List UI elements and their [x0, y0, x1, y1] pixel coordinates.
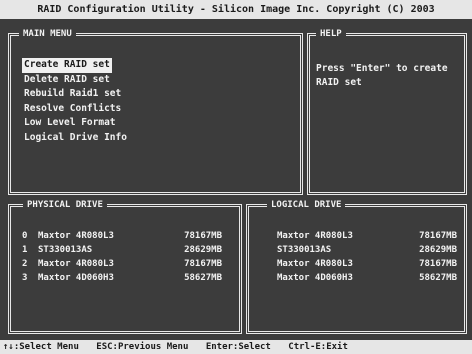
- drive-model: Maxtor 4R080L3: [277, 231, 353, 241]
- drive-size: 78167MB: [419, 259, 457, 269]
- physical-drive-row[interactable]: 1 ST330013AS 28629MB: [22, 243, 222, 257]
- physical-drive-list: 0 Maxtor 4R080L3 78167MB 1 ST330013AS 28…: [22, 229, 222, 285]
- title-bar: RAID Configuration Utility - Silicon Ima…: [0, 0, 472, 19]
- menu-item-create-raid-set[interactable]: Create RAID set: [22, 58, 112, 73]
- physical-drive-row[interactable]: 2 Maxtor 4R080L3 78167MB: [22, 257, 222, 271]
- drive-index: 0: [22, 231, 28, 241]
- drive-size: 28629MB: [419, 245, 457, 255]
- logical-drive-row[interactable]: Maxtor 4R080L3 78167MB: [277, 229, 457, 243]
- status-hint-select-menu: ↑↓:Select Menu: [3, 342, 79, 352]
- menu-item-logical-drive-info[interactable]: Logical Drive Info: [22, 131, 129, 146]
- drive-index: 2: [22, 259, 28, 269]
- help-text: Press "Enter" to create RAID set: [316, 63, 448, 88]
- logical-drive-row[interactable]: Maxtor 4R080L3 78167MB: [277, 257, 457, 271]
- bios-screen: RAID Configuration Utility - Silicon Ima…: [0, 0, 472, 354]
- logical-drive-title: LOGICAL DRIVE: [267, 199, 346, 211]
- help-title: HELP: [316, 28, 346, 40]
- drive-model: Maxtor 4R080L3: [38, 231, 114, 241]
- main-menu-title: MAIN MENU: [19, 28, 76, 40]
- drive-model: Maxtor 4R080L3: [38, 259, 114, 269]
- drive-model: Maxtor 4D060H3: [38, 273, 114, 283]
- logical-drive-list: Maxtor 4R080L3 78167MB ST330013AS 28629M…: [277, 229, 457, 285]
- drive-index: 1: [22, 245, 28, 255]
- drive-size: 78167MB: [184, 259, 222, 269]
- logical-drive-row[interactable]: Maxtor 4D060H3 58627MB: [277, 271, 457, 285]
- drive-size: 78167MB: [184, 231, 222, 241]
- drive-size: 58627MB: [419, 273, 457, 283]
- status-bar: ↑↓:Select Menu ESC:Previous Menu Enter:S…: [0, 340, 472, 354]
- drive-model: Maxtor 4R080L3: [277, 259, 353, 269]
- drive-size: 78167MB: [419, 231, 457, 241]
- drive-index: 3: [22, 273, 28, 283]
- physical-drive-row[interactable]: 3 Maxtor 4D060H3 58627MB: [22, 271, 222, 285]
- drive-size: 58627MB: [184, 273, 222, 283]
- main-menu-panel: MAIN MENU Create RAID set Delete RAID se…: [8, 28, 303, 195]
- status-hint-previous-menu: ESC:Previous Menu: [96, 342, 189, 352]
- drive-model: Maxtor 4D060H3: [277, 273, 353, 283]
- drive-model: ST330013AS: [38, 245, 93, 255]
- help-panel: HELP Press "Enter" to create RAID set: [307, 28, 467, 195]
- menu-item-low-level-format[interactable]: Low Level Format: [22, 116, 118, 131]
- physical-drive-row[interactable]: 0 Maxtor 4R080L3 78167MB: [22, 229, 222, 243]
- main-menu-list: Create RAID set Delete RAID set Rebuild …: [22, 58, 129, 145]
- physical-drive-panel: PHYSICAL DRIVE 0 Maxtor 4R080L3 78167MB …: [8, 199, 242, 334]
- menu-item-delete-raid-set[interactable]: Delete RAID set: [22, 73, 112, 88]
- physical-drive-title: PHYSICAL DRIVE: [23, 199, 107, 211]
- menu-item-rebuild-raid1-set[interactable]: Rebuild Raid1 set: [22, 87, 123, 102]
- status-hint-exit: Ctrl-E:Exit: [288, 342, 348, 352]
- menu-item-resolve-conflicts[interactable]: Resolve Conflicts: [22, 102, 123, 117]
- drive-model: ST330013AS: [277, 245, 332, 255]
- status-hint-select: Enter:Select: [205, 342, 271, 352]
- logical-drive-row[interactable]: ST330013AS 28629MB: [277, 243, 457, 257]
- logical-drive-panel: LOGICAL DRIVE Maxtor 4R080L3 78167MB ST3…: [246, 199, 467, 334]
- drive-size: 28629MB: [184, 245, 222, 255]
